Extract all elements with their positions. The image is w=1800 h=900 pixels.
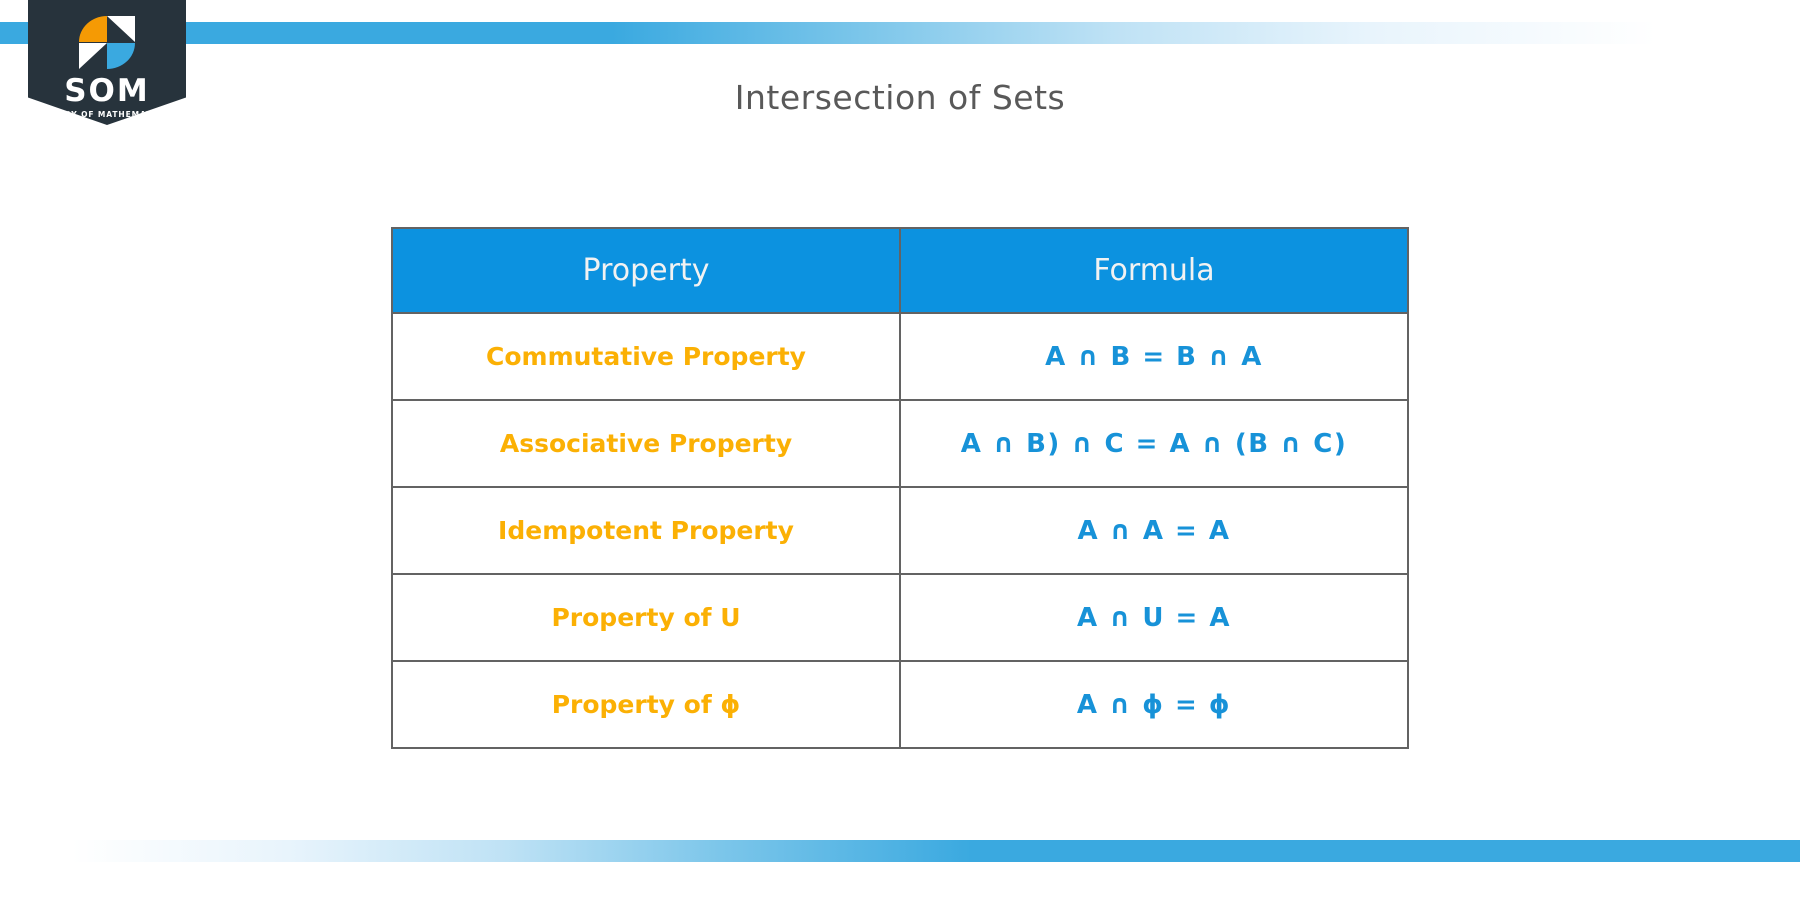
column-header-formula: Formula [899,227,1409,314]
property-formula: A ∩ A = A [899,486,1409,575]
property-formula: A ∩ ϕ = ϕ [899,660,1409,749]
logo-quadrant-white-top-icon [107,16,135,42]
table-header-row: Property Formula [391,227,1409,314]
table-header: Property Formula [391,227,1409,314]
table-row: Associative Property A ∩ B) ∩ C = A ∩ (B… [391,399,1409,488]
table-row: Property of ϕ A ∩ ϕ = ϕ [391,660,1409,749]
page-title: Intersection of Sets [734,78,1066,117]
som-logo-icon [79,16,135,69]
property-formula: A ∩ B) ∩ C = A ∩ (B ∩ C) [899,399,1409,488]
logo-quadrant-white-bottom-icon [79,43,107,69]
logo-wordmark: SOM [64,73,150,109]
table-row: Property of U A ∩ U = A [391,573,1409,662]
column-header-property: Property [391,227,901,314]
property-name: Commutative Property [391,312,901,401]
table-row: Commutative Property A ∩ B = B ∩ A [391,312,1409,401]
table-body: Commutative Property A ∩ B = B ∩ A Assoc… [391,312,1409,749]
logo-quadrant-orange-icon [79,16,107,42]
property-name: Property of U [391,573,901,662]
top-decorative-stripe [0,22,1800,44]
property-name: Idempotent Property [391,486,901,575]
logo-quadrant-blue-icon [107,43,135,69]
property-name: Property of ϕ [391,660,901,749]
property-formula: A ∩ U = A [899,573,1409,662]
table-row: Idempotent Property A ∩ A = A [391,486,1409,575]
properties-table-container: Property Formula Commutative Property A … [391,227,1409,749]
properties-table: Property Formula Commutative Property A … [391,227,1409,749]
property-name: Associative Property [391,399,901,488]
property-formula: A ∩ B = B ∩ A [899,312,1409,401]
bottom-decorative-stripe [0,840,1800,862]
